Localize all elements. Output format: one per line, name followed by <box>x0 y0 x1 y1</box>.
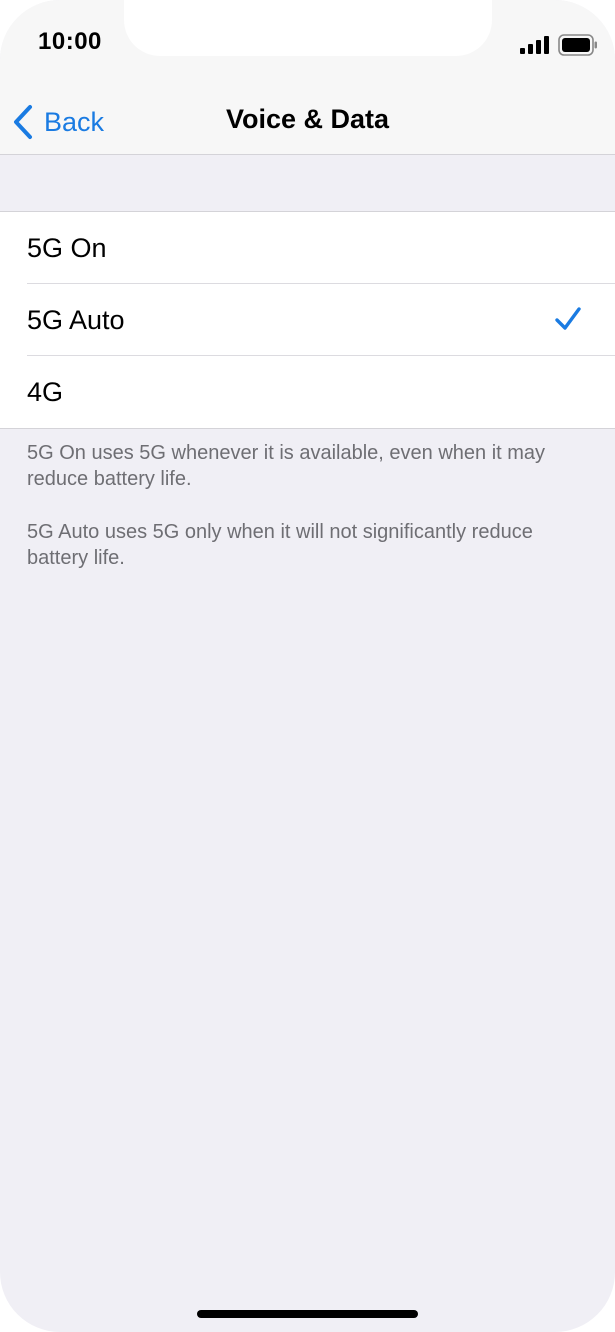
option-4g[interactable]: 4G <box>0 356 615 428</box>
navigation-bar: Back Voice & Data <box>0 90 615 155</box>
notch <box>124 0 492 56</box>
battery-full-icon <box>558 34 597 56</box>
cellular-signal-icon <box>520 36 549 54</box>
option-label: 5G On <box>27 232 107 263</box>
status-bar: 10:00 <box>0 0 615 90</box>
footer-note-5g-on: 5G On uses 5G whenever it is available, … <box>27 442 546 490</box>
option-label: 4G <box>27 376 64 407</box>
checkmark-icon <box>555 307 581 330</box>
home-indicator[interactable] <box>197 1310 418 1318</box>
phone-screen: 10:00 Back Voice & Data 5G On 5G Auto 4G… <box>0 0 615 1332</box>
footer-note-5g-auto: 5G Auto uses 5G only when it will not si… <box>27 521 533 569</box>
option-5g-on[interactable]: 5G On <box>0 212 615 284</box>
page-title: Voice & Data <box>225 104 390 134</box>
option-5g-auto[interactable]: 5G Auto <box>0 284 615 356</box>
option-label: 5G Auto <box>27 304 125 335</box>
status-time: 10:00 <box>38 28 102 55</box>
network-options-list: 5G On 5G Auto 4G <box>0 211 615 429</box>
